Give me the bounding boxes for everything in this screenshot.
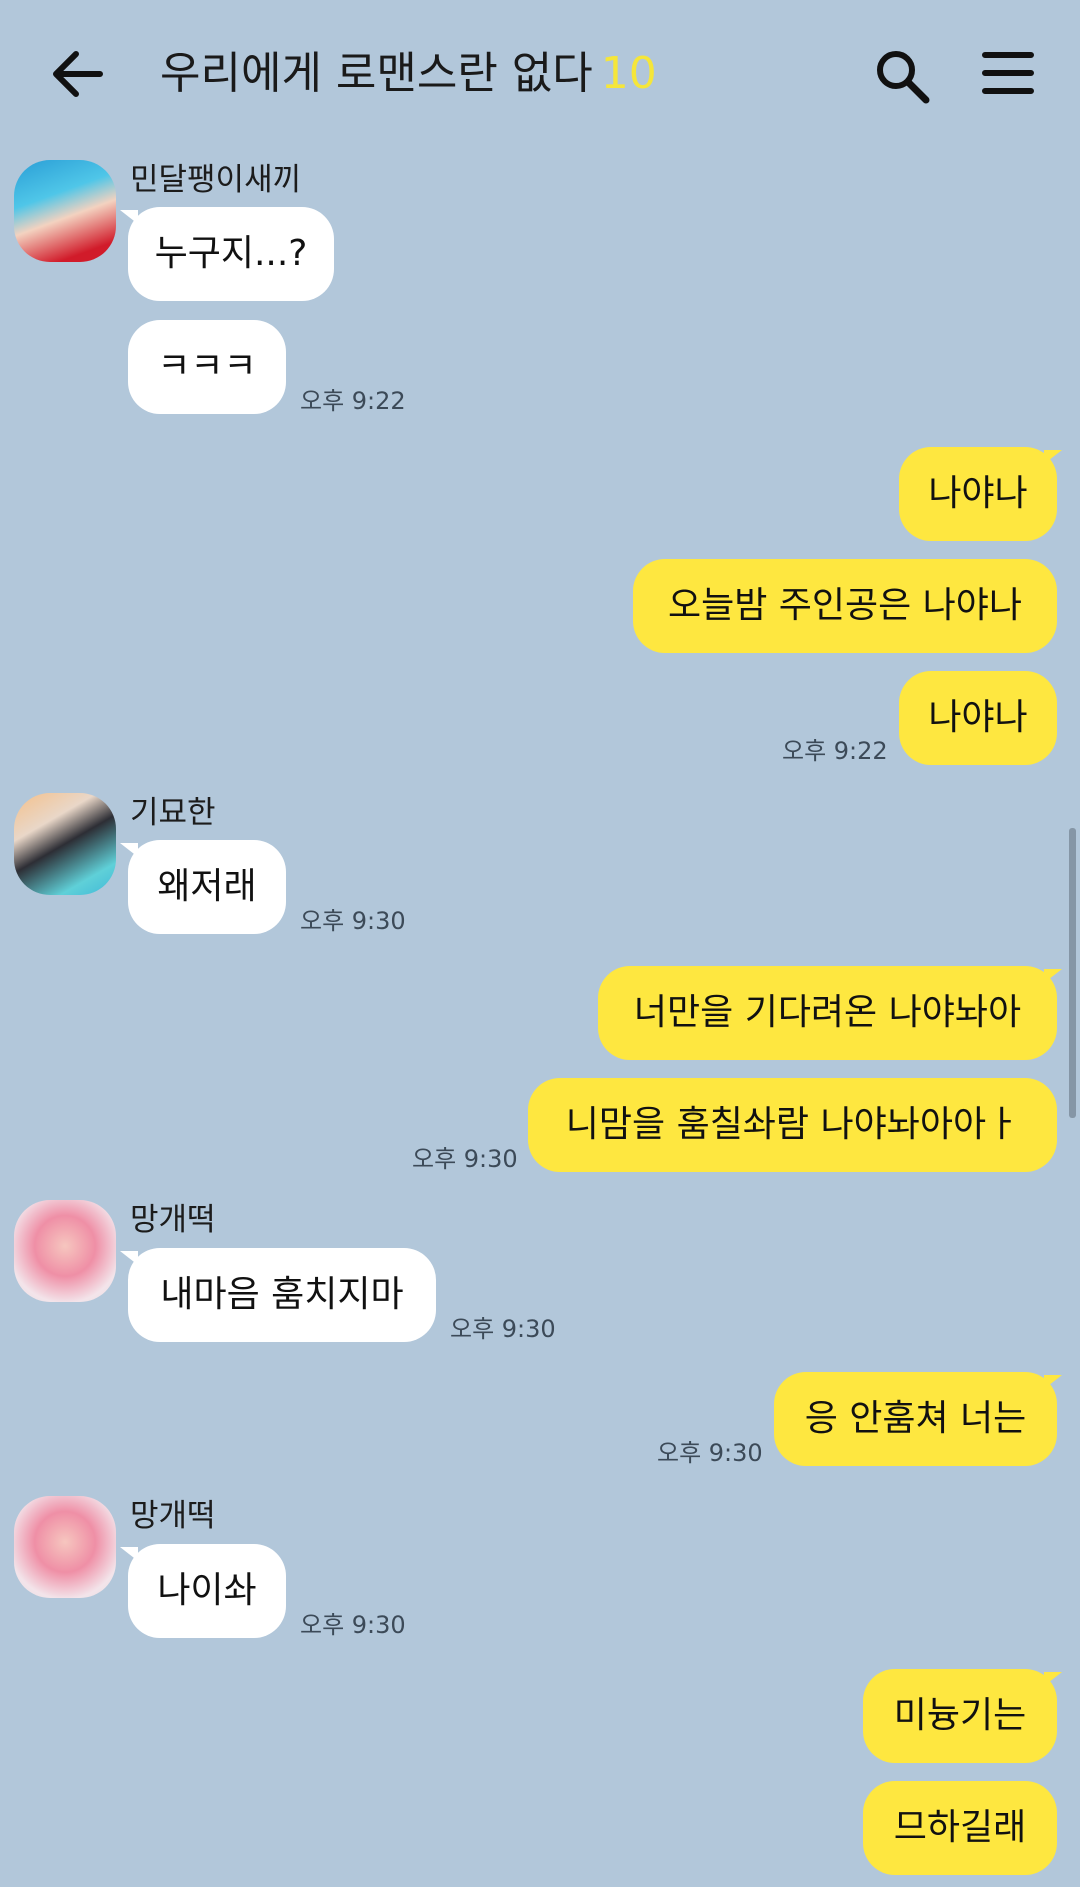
chat-header: 우리에게 로맨스란 없다 10 <box>0 0 1080 150</box>
chat-title: 우리에게 로맨스란 없다 10 <box>160 44 657 104</box>
sender-name: 망개떡 <box>130 1498 216 1534</box>
timestamp: 오후 9:30 <box>300 907 406 935</box>
message-bubble[interactable]: 왜저래 <box>128 840 286 934</box>
message-bubble[interactable]: 내마음 훔치지마 <box>128 1248 436 1342</box>
message-bubble[interactable]: 응 안훔쳐 너는 <box>774 1372 1057 1466</box>
message-bubble[interactable]: 오늘밤 주인공은 나야나 <box>633 559 1057 653</box>
room-name: 우리에게 로맨스란 없다 <box>160 48 593 99</box>
scrollbar[interactable] <box>1069 828 1076 1118</box>
arrow-left-icon[interactable] <box>48 46 108 102</box>
timestamp: 오후 9:22 <box>782 737 888 765</box>
message-bubble[interactable]: 나이솨 <box>128 1544 286 1638</box>
timestamp: 오후 9:30 <box>412 1145 518 1173</box>
member-count: 10 <box>600 48 657 99</box>
message-bubble[interactable]: 나야나 <box>899 447 1057 541</box>
message-bubble[interactable]: 므하길래 <box>863 1781 1057 1875</box>
message-bubble[interactable]: 미늉기는 <box>863 1669 1057 1763</box>
sender-name: 망개떡 <box>130 1202 216 1238</box>
message-bubble[interactable]: 나야나 <box>899 671 1057 765</box>
search-icon[interactable] <box>872 46 932 106</box>
message-bubble[interactable]: ㅋㅋㅋ <box>128 320 286 414</box>
avatar[interactable] <box>14 160 116 262</box>
sender-name: 기묘한 <box>130 795 216 831</box>
message-bubble[interactable]: 너만을 기다려온 나야놔아 <box>598 966 1057 1060</box>
timestamp: 오후 9:30 <box>657 1439 763 1467</box>
avatar[interactable] <box>14 1496 116 1598</box>
hamburger-menu-icon[interactable] <box>982 50 1034 96</box>
message-bubble[interactable]: 니맘을 훔칠솨람 나야놔아아ㅏ <box>528 1078 1057 1172</box>
timestamp: 오후 9:22 <box>300 387 406 415</box>
timestamp: 오후 9:30 <box>450 1315 556 1343</box>
avatar[interactable] <box>14 793 116 895</box>
message-bubble[interactable]: 누구지...? <box>128 207 334 301</box>
timestamp: 오후 9:30 <box>300 1611 406 1639</box>
avatar[interactable] <box>14 1200 116 1302</box>
sender-name: 민달팽이새끼 <box>130 162 302 198</box>
